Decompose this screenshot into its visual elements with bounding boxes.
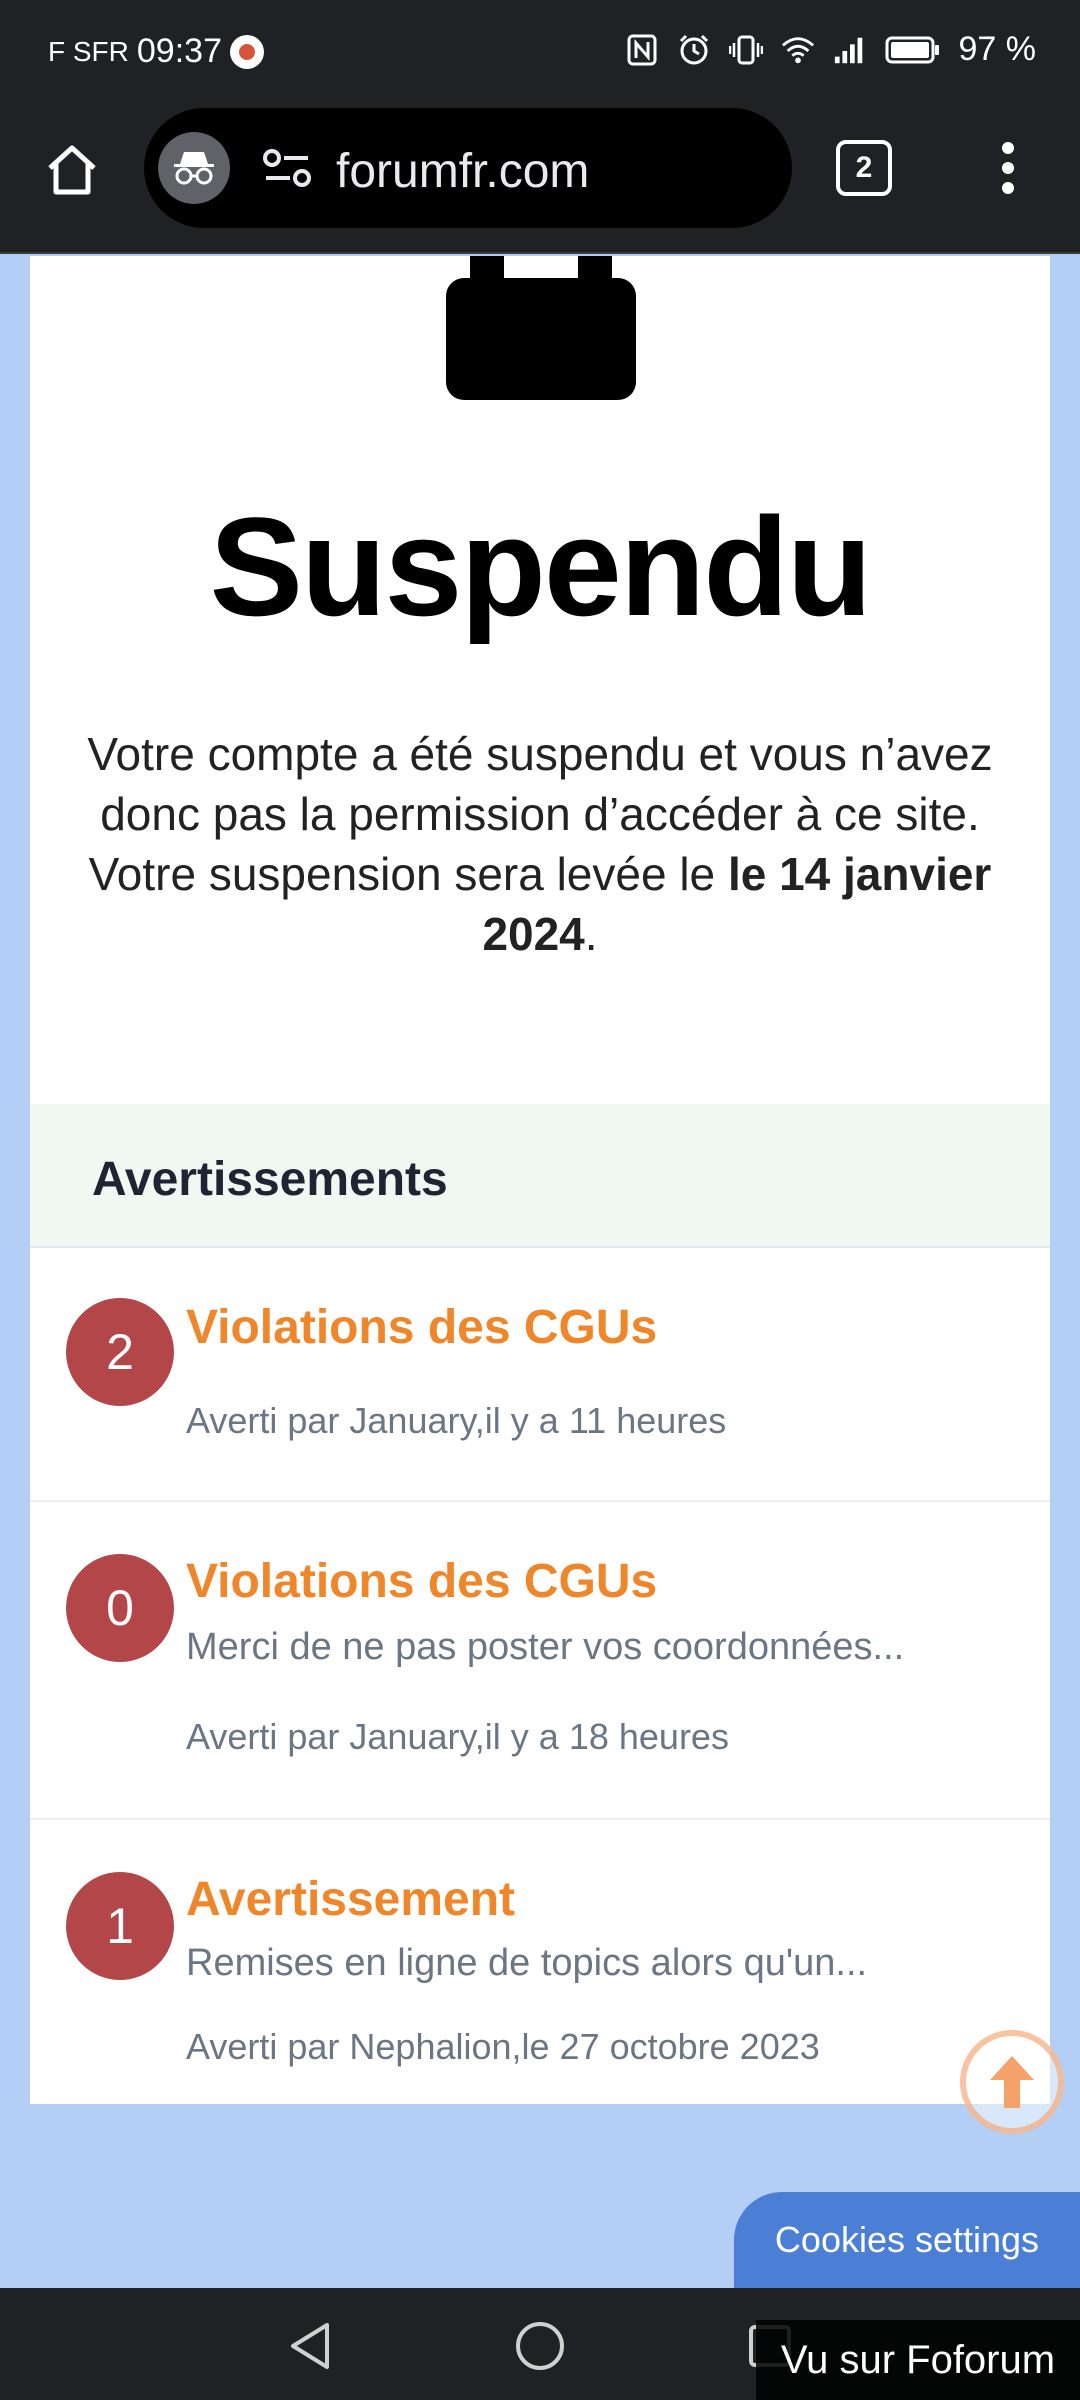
warning-meta: Averti par January,il y a 11 heures [186, 1400, 727, 1441]
page-title: Suspendu [209, 488, 873, 645]
warning-count-badge: 1 [66, 1872, 174, 1980]
suspension-message: Votre compte a été suspendu et vous n’av… [60, 724, 1020, 964]
home-button[interactable] [40, 138, 104, 202]
cookies-settings-button[interactable]: Cookies settings [734, 2192, 1080, 2288]
status-bar: F SFR 09:37 97 % [0, 0, 1080, 100]
suspension-end-suffix: . [584, 908, 598, 960]
warning-description: Merci de ne pas poster vos coordonnées..… [186, 1626, 905, 1668]
vibrate-icon [728, 32, 763, 68]
warning-count-badge: 0 [66, 1554, 174, 1662]
address-bar[interactable]: forumfr.com [144, 108, 792, 228]
suspension-end-prefix: Votre suspension sera levée le [88, 848, 728, 900]
overflow-menu-button[interactable] [984, 136, 1032, 200]
nfc-icon [625, 32, 659, 68]
warning-item[interactable]: 2 Violations des CGUs Averti par January… [30, 1250, 1050, 1502]
warning-title[interactable]: Violations des CGUs [186, 1300, 657, 1355]
warning-meta: Averti par January,il y a 18 heures [186, 1716, 729, 1757]
carrier-label: F SFR [48, 35, 129, 67]
browser-toolbar: forumfr.com 2 [0, 100, 1080, 254]
site-settings-icon[interactable] [262, 146, 312, 190]
arrow-up-icon [990, 2056, 1034, 2108]
suspension-card: Suspendu Votre compte a été suspendu et … [30, 256, 1050, 2104]
suspension-message-text: Votre compte a été suspendu et vous n’av… [87, 728, 993, 840]
warning-item[interactable]: 1 Avertissement Remises en ligne de topi… [30, 1822, 1050, 2104]
warning-title[interactable]: Violations des CGUs [186, 1554, 657, 1609]
back-button[interactable] [280, 2316, 340, 2376]
incognito-icon[interactable] [158, 132, 230, 204]
warnings-header: Avertissements [30, 1104, 1050, 1248]
notification-app-icon [229, 34, 264, 69]
warning-count-badge: 2 [66, 1298, 174, 1406]
signal-icon [833, 32, 867, 68]
url-text[interactable]: forumfr.com [336, 144, 589, 199]
alarm-icon [677, 32, 711, 68]
status-left: F SFR 09:37 [48, 32, 264, 71]
clock: 09:37 [136, 32, 222, 70]
watermark-label: Vu sur Foforum [756, 2320, 1080, 2400]
menu-dot [1002, 162, 1014, 174]
lock-icon [446, 278, 636, 400]
warning-description: Remises en ligne de topics alors qu'un..… [186, 1942, 868, 1984]
circle-home-icon [516, 2322, 564, 2370]
warning-item[interactable]: 0 Violations des CGUs Merci de ne pas po… [30, 1504, 1050, 1820]
warning-meta: Averti par Nephalion,le 27 octobre 2023 [186, 2026, 820, 2067]
wifi-icon [781, 32, 815, 68]
warnings-title: Avertissements [92, 1153, 448, 1206]
scroll-to-top-button[interactable] [960, 2030, 1064, 2134]
home-icon [48, 145, 96, 195]
menu-dot [1002, 182, 1014, 194]
status-right: 97 % [625, 30, 1037, 69]
battery-icon [885, 32, 941, 68]
home-nav-button[interactable] [510, 2316, 570, 2376]
back-icon [291, 2323, 329, 2369]
battery-percent: 97 % [958, 30, 1037, 68]
tab-switcher-button[interactable]: 2 [836, 140, 892, 196]
page-content: Suspendu Votre compte a été suspendu et … [0, 256, 1080, 2284]
menu-dot [1002, 142, 1014, 154]
warning-title[interactable]: Avertissement [186, 1872, 515, 1927]
